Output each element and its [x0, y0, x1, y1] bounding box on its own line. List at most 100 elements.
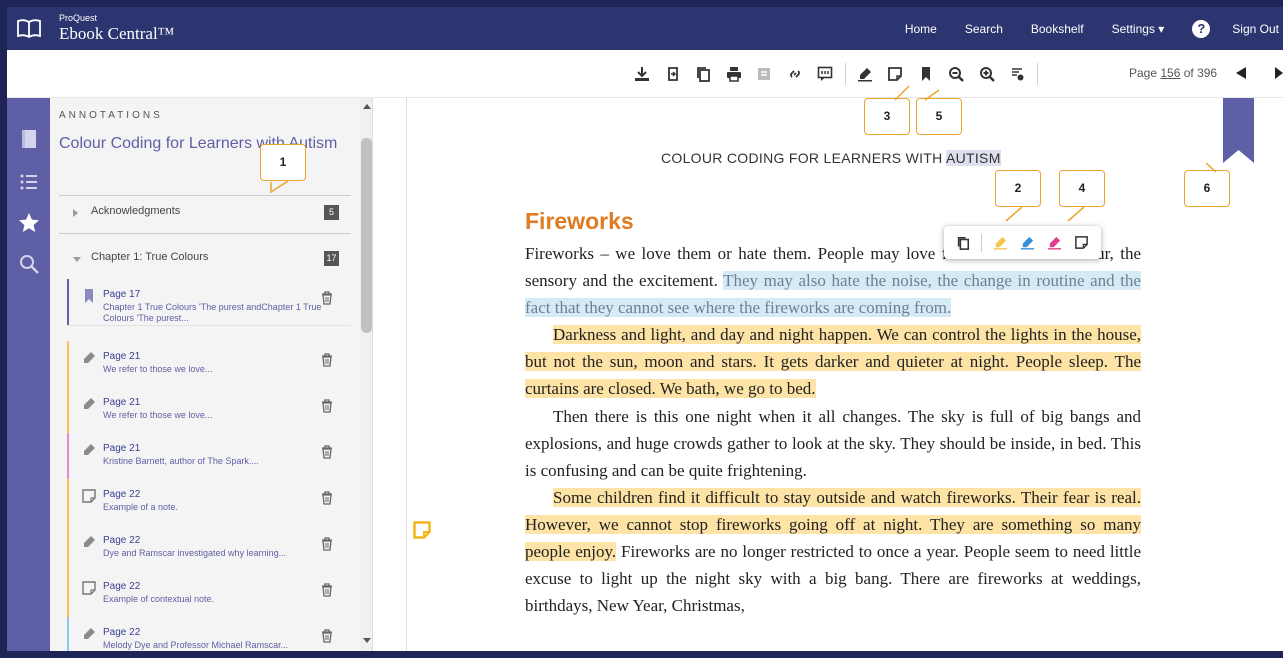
download-icon[interactable] — [631, 64, 653, 84]
paragraph: Darkness and light, and day and night ha… — [525, 321, 1141, 402]
highlight-pen-icon[interactable] — [854, 64, 876, 84]
margin-note-icon[interactable] — [413, 521, 431, 539]
previous-page-icon[interactable] — [1235, 66, 1247, 80]
popup-highlight-blue-icon[interactable] — [1018, 234, 1036, 252]
app-window: ProQuest Ebook Central™ Home Search Book… — [7, 7, 1283, 651]
running-head-highlight[interactable]: AUTISM — [945, 150, 1001, 166]
nav-bookshelf[interactable]: Bookshelf — [1031, 22, 1084, 36]
main-nav: Home Search Bookshelf Settings ▾ ? Sign … — [905, 7, 1283, 50]
zoom-in-icon[interactable] — [976, 64, 998, 84]
nav-search[interactable]: Search — [965, 22, 1003, 36]
annotation-page: Page 22 — [103, 535, 141, 546]
annotation-item-highlight[interactable]: Page 21 We refer to those we love... — [67, 387, 351, 434]
popup-add-note-icon[interactable] — [1072, 234, 1090, 252]
annotation-color-bar — [67, 387, 69, 433]
rail-annotations-star-icon[interactable] — [18, 212, 40, 234]
annotation-page: Page 22 — [103, 627, 141, 638]
annotation-item-highlight[interactable]: Page 22 Dye and Ramscar investigated why… — [67, 525, 351, 572]
trash-icon[interactable] — [321, 491, 333, 505]
open-book-icon[interactable] — [16, 17, 42, 39]
cite-icon[interactable] — [753, 64, 775, 84]
annotation-item-note[interactable]: Page 22 Example of a note. — [67, 479, 351, 526]
callout-number: 6 — [1203, 181, 1211, 195]
nav-home[interactable]: Home — [905, 22, 937, 36]
popup-copy-icon[interactable] — [954, 234, 972, 252]
rail-search-icon[interactable] — [18, 253, 40, 275]
link-icon[interactable] — [784, 64, 806, 84]
scrollbar-thumb[interactable] — [361, 138, 372, 333]
annotation-item-highlight[interactable]: Page 21 Kristine Barnett, author of The … — [67, 433, 351, 480]
nav-settings[interactable]: Settings ▾ — [1112, 22, 1165, 36]
annotation-item-note[interactable]: Page 22 Example of contextual note. — [67, 571, 351, 618]
highlighter-icon — [84, 628, 95, 639]
trash-icon[interactable] — [321, 583, 333, 597]
popup-highlight-pink-icon[interactable] — [1045, 234, 1063, 252]
comment-icon[interactable] — [814, 64, 836, 84]
panel-label: ANNOTATIONS — [59, 110, 163, 121]
page-settings-icon[interactable] — [1006, 64, 1028, 84]
annotation-page: Page 21 — [103, 351, 141, 362]
scroll-up-arrow-icon[interactable] — [363, 104, 371, 109]
add-note-icon[interactable] — [884, 64, 906, 84]
annotations-panel: ANNOTATIONS Colour Coding for Learners w… — [50, 98, 373, 651]
annotation-page: Page 17 — [103, 289, 141, 300]
page-number-input[interactable]: 156 — [1160, 66, 1180, 80]
trash-icon[interactable] — [321, 445, 333, 459]
callout-number: 5 — [935, 109, 943, 123]
trash-icon[interactable] — [321, 399, 333, 413]
share-page-icon[interactable] — [662, 64, 684, 84]
trash-icon[interactable] — [321, 629, 333, 643]
page-bookmark-ribbon-icon[interactable] — [1223, 98, 1254, 163]
section-acknowledgments[interactable]: Acknowledgments 5 — [59, 195, 351, 233]
page-prefix: Page — [1129, 66, 1161, 80]
zoom-out-icon[interactable] — [945, 64, 967, 84]
nav-sign-out[interactable]: Sign Out — [1232, 22, 1279, 36]
annotation-snippet: Example of contextual note. — [103, 594, 215, 604]
print-icon[interactable] — [723, 64, 745, 84]
page-indicator: Page 156 of 396 — [1129, 66, 1217, 80]
annotation-snippet: Melody Dye and Professor Michael Ramscar… — [103, 640, 289, 650]
brand-proquest: ProQuest — [59, 13, 98, 23]
panel-scrollbar[interactable] — [360, 98, 372, 651]
rail-contents-icon[interactable] — [18, 171, 40, 193]
copy-icon[interactable] — [692, 64, 714, 84]
scroll-down-arrow-icon[interactable] — [363, 638, 371, 643]
text-span: Fireworks are no longer restricted to on… — [525, 542, 1141, 616]
trash-icon[interactable] — [321, 537, 333, 551]
trash-icon[interactable] — [321, 353, 333, 367]
note-icon — [82, 581, 96, 595]
annotation-page: Page 22 — [103, 581, 141, 592]
bookmark-icon[interactable] — [915, 64, 937, 84]
highlighter-icon — [84, 536, 95, 547]
brand-ebook-central[interactable]: Ebook Central™ — [59, 24, 174, 44]
annotation-item-highlight[interactable]: Page 22 Melody Dye and Professor Michael… — [67, 617, 351, 651]
section-chapter-1[interactable]: Chapter 1: True Colours 17 — [59, 241, 351, 279]
yellow-highlight[interactable]: Darkness and light, and day and night ha… — [525, 325, 1141, 399]
side-rail — [7, 98, 50, 651]
trash-icon[interactable] — [321, 291, 333, 305]
annotation-color-bar — [67, 571, 69, 617]
paragraph: Some children find it difficult to stay … — [525, 484, 1141, 619]
chevron-right-icon — [73, 209, 78, 217]
highlighter-icon — [84, 352, 95, 363]
next-page-icon[interactable] — [1275, 66, 1283, 80]
rail-book-icon[interactable] — [18, 128, 40, 150]
annotation-item-bookmark[interactable]: Page 17 Chapter 1 True Colours 'The pure… — [67, 279, 351, 326]
paragraph: Then there is this one night when it all… — [525, 406, 1141, 480]
annotation-color-bar — [67, 617, 69, 651]
popup-highlight-yellow-icon[interactable] — [991, 234, 1009, 252]
annotation-color-bar — [67, 525, 69, 571]
highlighter-icon — [84, 398, 95, 409]
annotation-snippet: Example of a note. — [103, 502, 179, 512]
annotation-item-highlight[interactable]: Page 21 We refer to those we love... — [67, 341, 351, 388]
annotation-snippet: We refer to those we love... — [103, 410, 213, 420]
callout-5: 5 — [916, 89, 962, 135]
help-icon[interactable]: ? — [1192, 19, 1211, 38]
callout-number: 4 — [1078, 181, 1086, 195]
book-page: COLOUR CODING FOR LEARNERS WITH AUTISM F… — [373, 98, 1283, 651]
annotation-snippet: Chapter 1 True Colours 'The purest andCh… — [103, 302, 322, 323]
toolbar-separator — [1036, 63, 1038, 85]
bookmark-icon — [85, 289, 93, 303]
section-count-badge: 5 — [324, 205, 339, 220]
callout-1: 1 — [260, 144, 306, 194]
